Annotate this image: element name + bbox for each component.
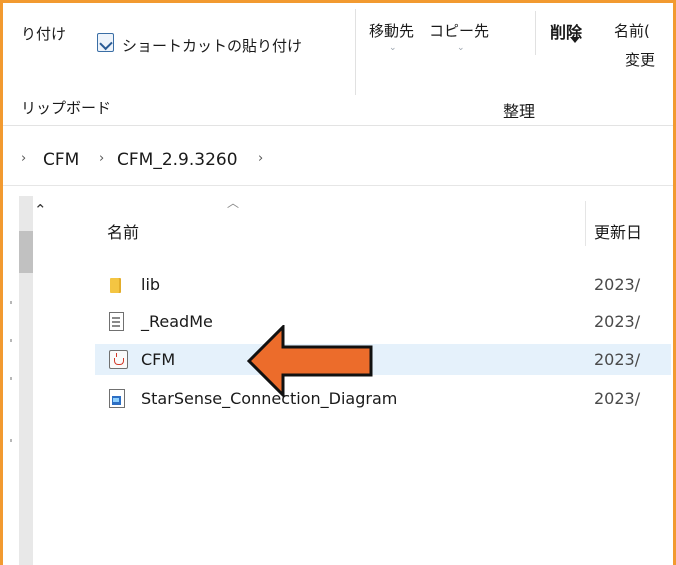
nav-scroll-thumb[interactable] — [19, 231, 33, 273]
address-divider — [3, 185, 673, 186]
paste-shortcut-button[interactable]: ショートカットの貼り付け — [122, 35, 302, 56]
column-divider[interactable] — [585, 201, 586, 246]
chevron-right-icon: › — [258, 151, 264, 166]
chevron-right-icon: › — [21, 151, 27, 166]
window-frame: り付け ショートカットの貼り付け 移動先 ⌄ コピー先 ⌄ 削除 名前( 変更 … — [0, 0, 676, 565]
file-date: 2023/ — [594, 275, 641, 294]
delete-caret-icon — [570, 37, 580, 43]
java-file-icon — [109, 350, 128, 370]
sort-caret-icon: ︿ — [227, 196, 240, 210]
file-name: lib — [141, 275, 161, 294]
column-header-date[interactable]: 更新日 — [594, 219, 642, 243]
nav-dot — [10, 377, 12, 380]
ribbon-separator — [355, 9, 356, 95]
nav-dot — [10, 439, 12, 442]
file-date: 2023/ — [594, 350, 641, 369]
copy-to-button[interactable]: コピー先 — [429, 20, 489, 41]
group-label-organize: 整理 — [503, 102, 536, 121]
rename-button[interactable]: 名前( — [614, 20, 650, 41]
annotation-arrow-icon — [247, 325, 373, 397]
ribbon-divider — [3, 125, 673, 126]
address-bar[interactable]: › CFM › CFM_2.9.3260 › — [3, 137, 673, 183]
rename-button-line2: 変更 — [625, 51, 656, 69]
nav-dot — [10, 301, 12, 304]
chevron-right-icon: › — [99, 151, 105, 166]
paste-button[interactable]: り付け — [21, 23, 66, 44]
file-row-readme[interactable]: _ReadMe 2023/ — [95, 306, 671, 337]
nav-dot — [10, 339, 12, 342]
breadcrumb-cfm[interactable]: CFM — [43, 150, 79, 170]
file-date: 2023/ — [594, 389, 641, 408]
move-to-caret-icon: ⌄ — [389, 43, 397, 53]
ribbon-separator — [535, 11, 536, 55]
file-row-lib[interactable]: lib 2023/ — [95, 269, 671, 300]
copy-to-caret-icon: ⌄ — [457, 43, 465, 53]
column-header-name[interactable]: 名前 — [107, 219, 139, 243]
paste-shortcut-icon — [97, 33, 114, 52]
breadcrumb-cfm-version[interactable]: CFM_2.9.3260 — [117, 150, 238, 170]
file-date: 2023/ — [594, 312, 641, 331]
move-to-button[interactable]: 移動先 — [369, 20, 414, 41]
file-row-cfm[interactable]: CFM 2023/ — [95, 344, 671, 375]
scroll-up-icon[interactable]: ⌃ — [34, 201, 47, 219]
image-file-icon — [109, 389, 127, 409]
group-label-clipboard: リップボード — [21, 99, 112, 117]
file-name: CFM — [141, 350, 176, 369]
file-row-starsense-diagram[interactable]: StarSense_Connection_Diagram 2023/ — [95, 383, 671, 414]
folder-icon — [109, 275, 127, 295]
file-name: _ReadMe — [141, 312, 213, 331]
ribbon: り付け ショートカットの貼り付け 移動先 ⌄ コピー先 ⌄ 削除 名前( 変更 … — [3, 3, 673, 128]
text-file-icon — [109, 312, 127, 332]
